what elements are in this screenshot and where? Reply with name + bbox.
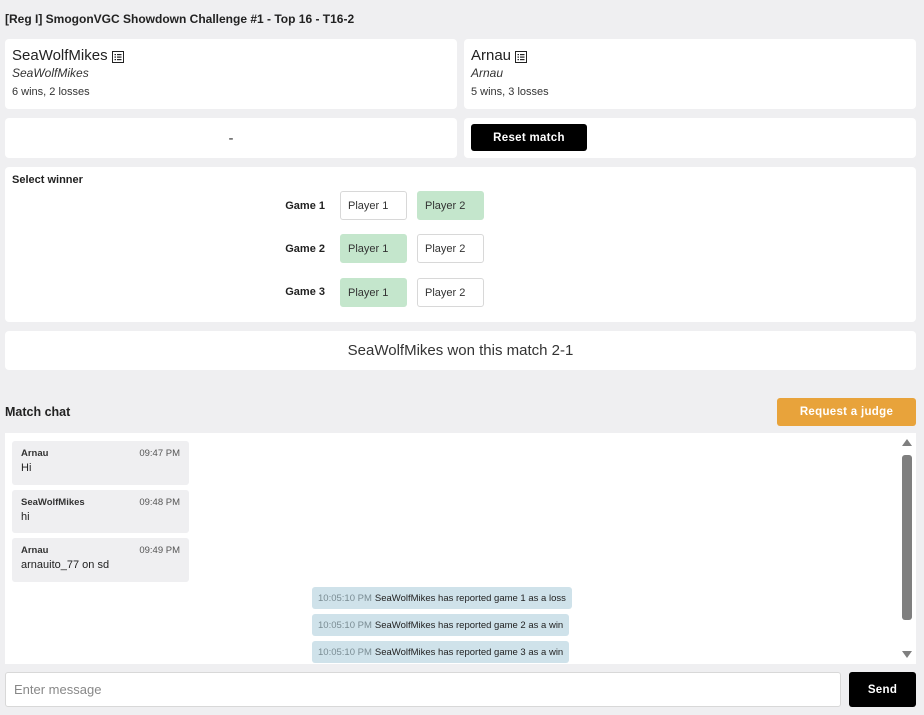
system-message-text: SeaWolfMikes has reported game 2 as a wi… — [374, 619, 564, 631]
match-result-card: SeaWolfMikes won this match 2-1 — [5, 331, 916, 370]
system-message-time: 10:05:10 PM — [318, 646, 372, 658]
game-label: Game 2 — [285, 243, 325, 255]
message-author: Arnau — [21, 448, 49, 459]
game2-player2-button[interactable]: Player 2 — [417, 234, 484, 263]
message-time: 09:48 PM — [139, 497, 180, 508]
system-message-text: SeaWolfMikes has reported game 1 as a lo… — [374, 592, 566, 604]
player2-card: Arnau Arnau 5 wins, 3 losses — [464, 39, 916, 109]
player2-username: Arnau — [471, 66, 504, 80]
player1-record: 6 wins, 2 losses — [12, 86, 90, 98]
chat-scrollbar[interactable] — [901, 437, 913, 660]
message-text: arnauito_77 on sd — [21, 559, 110, 571]
request-judge-button[interactable]: Request a judge — [777, 398, 916, 426]
game-label: Game 1 — [285, 200, 325, 212]
match-title: [Reg I] SmogonVGC Showdown Challenge #1 … — [5, 12, 355, 26]
game2-player1-button[interactable]: Player 1 — [340, 234, 407, 263]
system-message: 10:05:10 PM SeaWolfMikes has reported ga… — [312, 641, 570, 663]
message-time: 09:49 PM — [139, 545, 180, 556]
scroll-down-arrow-icon[interactable] — [902, 651, 912, 658]
list-icon[interactable] — [515, 50, 528, 63]
message-author: Arnau — [21, 545, 49, 556]
game1-player1-button[interactable]: Player 1 — [340, 191, 407, 220]
chat-message: SeaWolfMikes 09:48 PM hi — [12, 490, 189, 533]
player2-record: 5 wins, 3 losses — [471, 86, 549, 98]
status-dash: - — [228, 129, 234, 147]
list-icon[interactable] — [111, 50, 124, 63]
game-label: Game 3 — [285, 286, 325, 298]
chat-message: Arnau 09:47 PM Hi — [12, 441, 189, 485]
player1-username: SeaWolfMikes — [12, 66, 89, 80]
message-text: Hi — [21, 462, 32, 474]
chat-title: Match chat — [5, 405, 71, 419]
message-input[interactable]: Enter message — [5, 672, 841, 707]
game3-player1-button[interactable]: Player 1 — [340, 278, 407, 307]
message-text: hi — [21, 511, 30, 523]
system-message-text: SeaWolfMikes has reported game 3 as a wi… — [374, 646, 564, 658]
system-message-time: 10:05:10 PM — [318, 619, 372, 631]
game3-player2-button[interactable]: Player 2 — [417, 278, 484, 307]
select-winner-label: Select winner — [12, 174, 83, 186]
reset-match-button[interactable]: Reset match — [471, 124, 587, 151]
message-author: SeaWolfMikes — [21, 497, 85, 508]
scrollbar-thumb[interactable] — [902, 455, 912, 620]
select-winner-card: Select winner Game 1 Player 1 Player 2 G… — [5, 167, 916, 322]
send-button[interactable]: Send — [849, 672, 916, 707]
player2-name: Arnau — [471, 47, 512, 64]
chat-message: Arnau 09:49 PM arnauito_77 on sd — [12, 538, 189, 582]
scroll-up-arrow-icon[interactable] — [902, 439, 912, 446]
system-message: 10:05:10 PM SeaWolfMikes has reported ga… — [312, 587, 572, 609]
match-result-text: SeaWolfMikes won this match 2-1 — [347, 342, 574, 359]
chat-log: Arnau 09:47 PM Hi SeaWolfMikes 09:48 PM … — [5, 433, 916, 664]
message-time: 09:47 PM — [139, 448, 180, 459]
system-message: 10:05:10 PM SeaWolfMikes has reported ga… — [312, 614, 570, 636]
game1-player2-button[interactable]: Player 2 — [417, 191, 484, 220]
status-right-card: Reset match — [464, 118, 916, 158]
system-message-time: 10:05:10 PM — [318, 592, 372, 604]
player1-card: SeaWolfMikes SeaWolfMikes 6 wins, 2 loss… — [5, 39, 457, 109]
player1-name: SeaWolfMikes — [12, 47, 108, 64]
status-left-card: - — [5, 118, 457, 158]
